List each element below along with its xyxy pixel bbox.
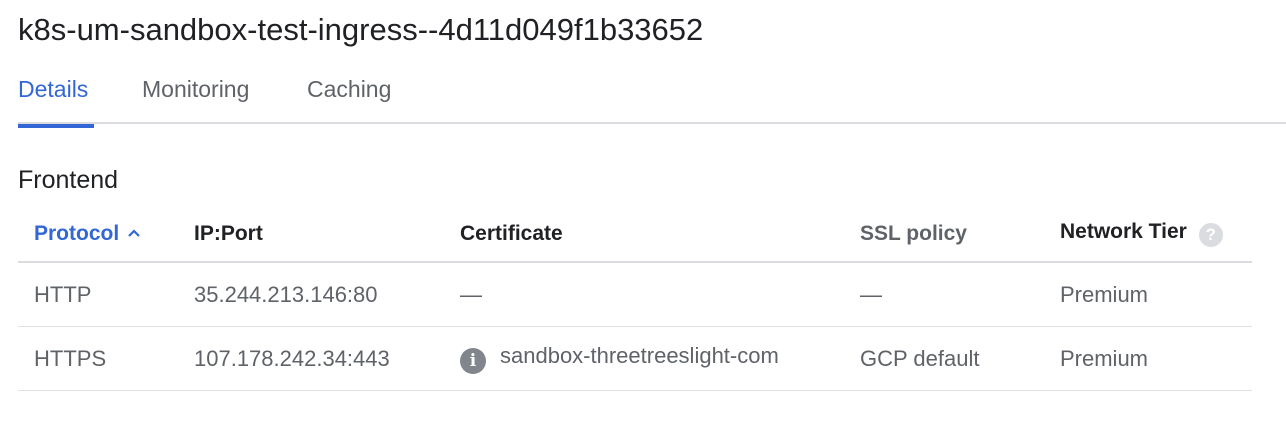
table-row: HTTP 35.244.213.146:80 — — Premium <box>18 262 1252 327</box>
protocol-cell: HTTP <box>18 262 178 327</box>
network-tier-value: Premium <box>1060 345 1149 371</box>
column-header-network-tier-label: Network Tier <box>1060 220 1187 243</box>
tab-bar: Details Monitoring Caching <box>18 70 1286 128</box>
protocol-cell: HTTPS <box>18 326 178 391</box>
table-header-row: Protocol IP:Port Certificate SSL policy … <box>18 206 1252 263</box>
network-tier-cell: Premium <box>1044 326 1252 391</box>
ssl-policy-cell: — <box>844 262 1044 327</box>
help-icon[interactable]: ? <box>1198 223 1223 247</box>
column-header-protocol-label: Protocol <box>34 221 120 245</box>
chevron-up-icon <box>127 225 141 242</box>
certificate-cell: i sandbox-threetreeslight-com <box>444 326 844 391</box>
ssl-policy-cell: GCP default <box>844 326 1044 391</box>
tab-bar-divider <box>18 122 1286 124</box>
certificate-name[interactable]: sandbox-threetreeslight-com <box>500 343 779 368</box>
certificate-cell: — <box>444 262 844 327</box>
tab-caching-label: Caching <box>307 76 392 102</box>
column-header-ip-port[interactable]: IP:Port <box>178 206 444 263</box>
column-header-network-tier[interactable]: Network Tier? <box>1044 206 1252 263</box>
page-title: k8s-um-sandbox-test-ingress--4d11d049f1b… <box>18 12 704 47</box>
ip-port-cell: 35.244.213.146:80 <box>178 262 444 327</box>
tab-monitoring[interactable]: Monitoring <box>142 76 249 103</box>
column-header-certificate[interactable]: Certificate <box>444 206 844 263</box>
tab-caching[interactable]: Caching <box>307 76 391 103</box>
tab-monitoring-label: Monitoring <box>142 76 250 102</box>
tab-details-label: Details <box>18 76 89 102</box>
frontend-table: Protocol IP:Port Certificate SSL policy … <box>18 206 1252 391</box>
column-header-ssl-policy: SSL policy <box>844 206 1044 263</box>
frontend-section-title: Frontend <box>18 166 119 194</box>
table-row: HTTPS 107.178.242.34:443 i sandbox-threet… <box>18 326 1252 391</box>
column-header-protocol[interactable]: Protocol <box>18 206 178 263</box>
network-tier-value: Premium <box>1060 281 1149 307</box>
network-tier-cell: Premium <box>1044 262 1252 327</box>
ip-port-cell: 107.178.242.34:443 <box>178 326 444 391</box>
info-icon[interactable]: i <box>460 348 486 374</box>
active-tab-indicator <box>18 124 94 128</box>
tab-details[interactable]: Details <box>18 76 94 128</box>
